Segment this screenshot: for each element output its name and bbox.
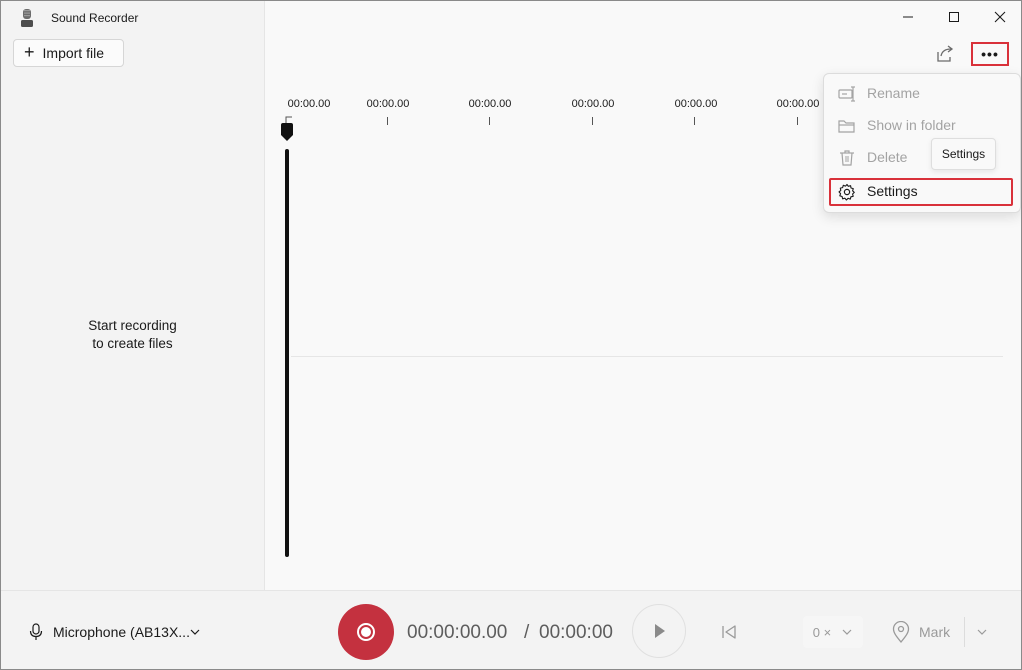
timeline-tick-mark [592, 117, 593, 125]
empty-state-line-1: Start recording [88, 318, 177, 333]
import-file-button[interactable]: + Import file [13, 39, 124, 67]
timeline-tick-label: 00:00.00 [571, 98, 615, 110]
chevron-down-icon [842, 629, 852, 635]
empty-state-message: Start recording to create files [1, 317, 264, 353]
play-icon [655, 624, 665, 638]
record-icon [357, 623, 375, 641]
location-pin-icon[interactable] [892, 621, 910, 643]
close-icon [994, 11, 1006, 23]
timeline-tick-label: 00:00.00 [776, 98, 820, 110]
playback-speed-button[interactable]: 0 × [803, 616, 863, 648]
maximize-button[interactable] [931, 1, 977, 33]
more-options-button[interactable]: ••• [971, 42, 1009, 66]
timeline-tick-label: 00:00.00 [287, 98, 331, 110]
timeline-tick-label: 00:00.00 [468, 98, 512, 110]
mark-button[interactable]: Mark [919, 624, 950, 640]
timeline-tick-mark [387, 117, 388, 125]
app-title: Sound Recorder [51, 11, 139, 25]
playhead-handle[interactable] [281, 123, 293, 141]
chevron-down-icon[interactable] [976, 626, 988, 638]
maximize-icon [949, 12, 959, 22]
skip-back-icon[interactable] [720, 623, 738, 641]
plus-icon: + [24, 42, 35, 62]
menu-item-rename[interactable]: Rename [824, 78, 1020, 108]
microphone-icon [29, 623, 43, 640]
more-dots-icon: ••• [981, 46, 999, 62]
close-button[interactable] [977, 1, 1021, 33]
import-file-label: Import file [42, 45, 104, 61]
timeline-tick-label: 00:00.00 [674, 98, 718, 110]
timeline-tick-mark [797, 117, 798, 125]
settings-tooltip: Settings [931, 138, 996, 170]
timeline-tick-mark [489, 117, 490, 125]
settings-highlight-box [829, 178, 1013, 206]
folder-icon [838, 120, 855, 133]
trash-icon [840, 150, 854, 166]
rename-icon [838, 86, 855, 102]
minimize-icon [903, 16, 913, 18]
playback-speed-label: 0 × [812, 624, 832, 640]
time-separator: / [524, 622, 530, 643]
microphone-selector[interactable]: Microphone (AB13X... [53, 624, 190, 640]
total-time: 00:00:00 [539, 622, 613, 643]
chevron-down-icon[interactable] [189, 626, 201, 638]
share-icon[interactable] [933, 44, 957, 64]
menu-item-show-in-folder[interactable]: Show in folder [824, 110, 1020, 140]
timeline-tick-mark [694, 117, 695, 125]
menu-label-delete: Delete [867, 149, 908, 165]
timeline-tick-label: 00:00.00 [366, 98, 410, 110]
minimize-button[interactable] [885, 1, 931, 33]
transport-bar: Microphone (AB13X... 00:00:00.00 / 00:00… [1, 590, 1021, 669]
recordings-sidebar: Sound Recorder + Import file Start recor… [1, 1, 265, 590]
app-microphone-icon [21, 9, 33, 27]
waveform-baseline [291, 356, 1003, 357]
current-time: 00:00:00.00 [407, 622, 508, 643]
record-button[interactable] [338, 604, 394, 660]
menu-label-rename: Rename [867, 85, 920, 101]
playhead-line [285, 149, 289, 557]
menu-label-show-in-folder: Show in folder [867, 117, 956, 133]
play-button[interactable] [632, 604, 686, 658]
empty-state-line-2: to create files [92, 336, 173, 351]
divider [964, 617, 965, 647]
app-window: Sound Recorder + Import file Start recor… [0, 0, 1022, 670]
